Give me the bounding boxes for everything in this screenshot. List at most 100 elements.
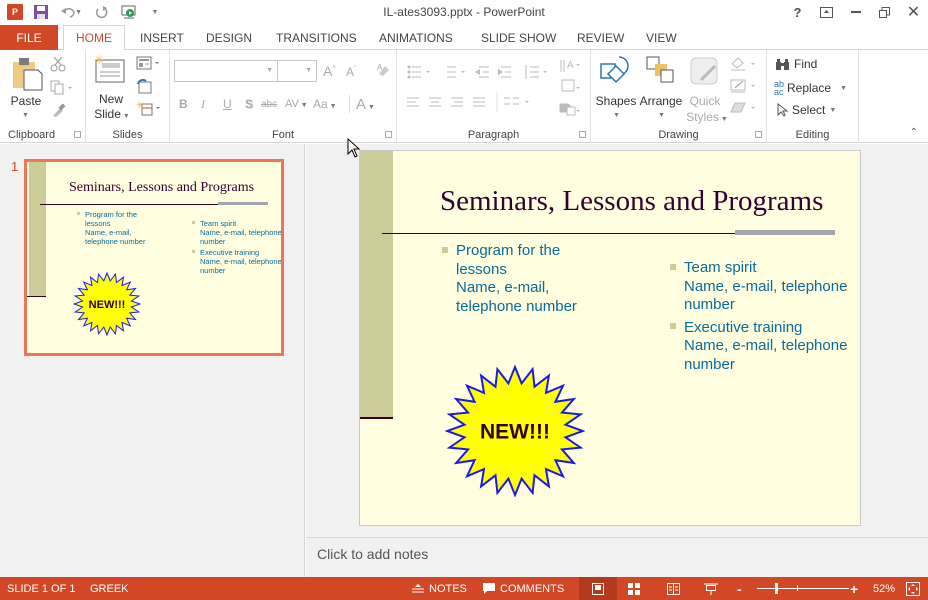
reset-icon[interactable]: [136, 78, 152, 99]
decrease-font-size-icon[interactable]: Aˇ: [346, 65, 356, 79]
bullet-line: Name, e-mail,: [456, 279, 550, 296]
tab-insert[interactable]: INSERT: [140, 25, 184, 50]
notes-placeholder[interactable]: Click to add notes: [317, 546, 428, 562]
tab-home[interactable]: HOME: [63, 25, 125, 51]
select-cursor-icon: [777, 103, 788, 117]
increase-font-size-icon[interactable]: A^: [323, 63, 336, 79]
normal-view-button[interactable]: [579, 577, 617, 600]
zoom-slider-track[interactable]: [757, 588, 849, 589]
drawing-dialog-launcher[interactable]: [755, 131, 762, 138]
align-right-icon: [451, 97, 463, 107]
bullet-square-icon: [77, 212, 80, 216]
replace-button[interactable]: ab ac Replace ▼: [774, 80, 847, 97]
section-icon[interactable]: ✳: [136, 100, 164, 121]
center-icon: [429, 97, 441, 107]
shape-fill-icon[interactable]: [729, 56, 759, 77]
clipboard-dialog-launcher[interactable]: [74, 131, 81, 138]
slide-sorter-icon: [628, 582, 640, 595]
slide-right-bullets[interactable]: Team spirit Name, e-mail, telephone number…: [670, 259, 860, 378]
select-button[interactable]: Select ▼: [776, 103, 836, 117]
help-icon[interactable]: ?: [783, 0, 812, 24]
arrange-button[interactable]: Arrange ▼: [639, 54, 683, 122]
thumb-side-bar: [29, 162, 46, 296]
new-slide-label-1: New: [98, 92, 123, 106]
bullet-line: number: [200, 266, 226, 275]
group-drawing: Shapes ▼ Arrange ▼ Quick Styles ▼ Drawin…: [591, 50, 767, 143]
current-slide[interactable]: Seminars, Lessons and Programs Program f…: [359, 150, 861, 526]
bullet-line: number: [200, 237, 226, 246]
bullet-line: Name, e-mail, telephone: [684, 337, 848, 354]
bullet-line: number: [684, 296, 735, 313]
tab-file[interactable]: FILE: [0, 25, 58, 50]
change-case-button[interactable]: Aa ▼: [313, 97, 343, 111]
close-icon[interactable]: ✕: [899, 0, 928, 24]
slides-group-label: Slides: [112, 129, 143, 141]
drawing-group-label: Drawing: [658, 129, 699, 141]
group-font: ▼ ▼ A^ Aˇ A B I U S abc AV ▼ Aa ▼ A ▼ Fo…: [170, 50, 397, 143]
quick-styles-button[interactable]: Quick Styles ▼: [685, 54, 728, 124]
tab-view[interactable]: VIEW: [646, 25, 677, 50]
clear-formatting-icon[interactable]: A: [375, 62, 391, 83]
format-painter-icon[interactable]: [50, 102, 66, 123]
slide-counter: SLIDE 1 OF 1: [7, 582, 76, 595]
group-slides: ✳ New Slide ▼ ✳ Slides: [86, 50, 170, 143]
layout-icon[interactable]: [136, 56, 164, 75]
language-indicator[interactable]: GREEK: [90, 577, 129, 600]
bullet-line: telephone number: [85, 237, 146, 246]
reading-view-button[interactable]: [667, 577, 680, 600]
slide-side-bar: [360, 151, 393, 417]
slide-thumbnail-1[interactable]: Seminars, Lessons and Programs Program f…: [24, 159, 284, 356]
zoom-level[interactable]: 52%: [873, 577, 895, 600]
notes-button[interactable]: NOTES: [412, 577, 467, 600]
notes-pane[interactable]: Click to add notes: [306, 537, 928, 577]
status-bar: SLIDE 1 OF 1 GREEK NOTES COMMENTS - + 52…: [0, 577, 928, 600]
bullet-line: lessons: [456, 260, 507, 278]
bullet-line: Program for the: [456, 242, 561, 259]
zoom-in-button[interactable]: +: [850, 577, 858, 600]
shape-outline-icon[interactable]: [729, 78, 759, 99]
reading-view-icon: [667, 582, 680, 595]
zoom-out-button[interactable]: -: [737, 577, 742, 600]
thumb-left-bullets: Program for the lessons Name, e-mail, telep…: [77, 210, 157, 248]
comments-button[interactable]: COMMENTS: [483, 577, 564, 600]
restore-icon[interactable]: [870, 0, 899, 24]
text-shadow-button[interactable]: S: [245, 97, 261, 111]
tab-animations[interactable]: ANIMATIONS: [379, 25, 453, 50]
copy-icon[interactable]: [50, 80, 74, 101]
group-clipboard: Paste ▼ Clipboard: [0, 50, 86, 143]
bullet-square-icon: [192, 221, 195, 225]
starburst-label: NEW!!!: [89, 299, 126, 311]
shape-effects-icon[interactable]: [729, 100, 759, 121]
tab-design[interactable]: DESIGN: [206, 25, 252, 50]
slide-sorter-button[interactable]: [628, 577, 641, 600]
minimize-icon[interactable]: [841, 0, 870, 24]
tab-slide-show[interactable]: SLIDE SHOW: [481, 25, 556, 50]
collapse-ribbon-icon[interactable]: ⌃: [910, 127, 918, 138]
tab-transitions[interactable]: TRANSITIONS: [276, 25, 357, 50]
paragraph-dialog-launcher[interactable]: [579, 131, 586, 138]
shapes-button[interactable]: Shapes ▼: [595, 54, 637, 122]
font-size-combo[interactable]: ▼: [277, 60, 317, 82]
character-spacing-button[interactable]: AV ▼: [285, 98, 313, 110]
slide-title[interactable]: Seminars, Lessons and Programs: [440, 185, 823, 218]
smartart-icon: [559, 103, 580, 116]
italic-button[interactable]: I: [201, 97, 223, 112]
ribbon-display-options-icon[interactable]: [812, 0, 841, 24]
slide-show-button[interactable]: [704, 577, 718, 600]
underline-button[interactable]: U: [223, 97, 245, 111]
zoom-slider-thumb[interactable]: [774, 583, 778, 594]
font-name-combo[interactable]: ▼: [174, 60, 278, 82]
font-dialog-launcher[interactable]: [385, 131, 392, 138]
font-color-button[interactable]: A ▼: [356, 96, 375, 113]
find-button[interactable]: Find: [775, 57, 817, 71]
strikethrough-button[interactable]: abc: [261, 99, 285, 110]
cut-icon[interactable]: [50, 56, 66, 77]
bold-button[interactable]: B: [179, 97, 201, 111]
fit-to-window-button[interactable]: [906, 577, 920, 600]
slide-left-bullets[interactable]: Program for the lessons Name, e-mail, telep…: [442, 242, 592, 320]
tab-review[interactable]: REVIEW: [577, 25, 624, 50]
new-starburst[interactable]: NEW!!!: [445, 365, 585, 497]
new-slide-button[interactable]: ✳ New Slide ▼: [94, 53, 130, 122]
bullet-item: Team spirit Name, e-mail, telephone number: [670, 259, 860, 315]
paste-button[interactable]: Paste ▼: [6, 54, 46, 122]
